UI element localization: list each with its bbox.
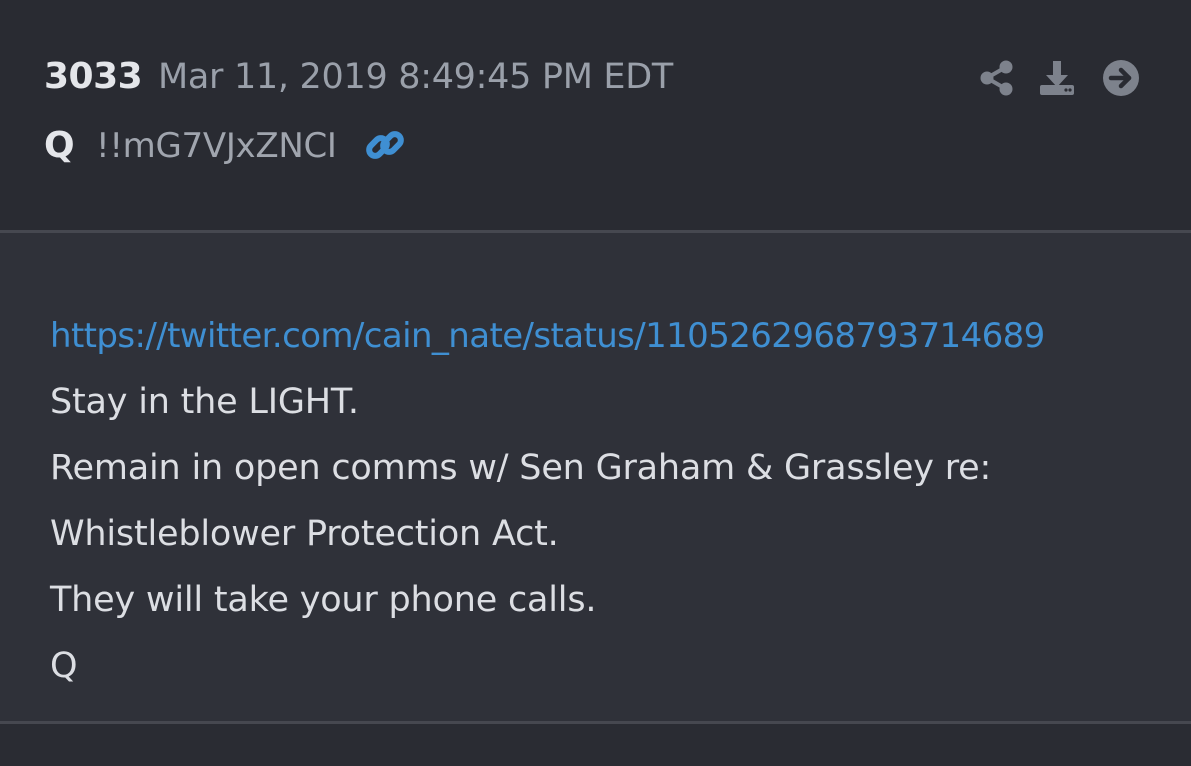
post-line: They will take your phone calls. xyxy=(50,580,597,620)
post-link[interactable]: https://twitter.com/cain_nate/status/110… xyxy=(50,303,1185,369)
tripcode: !!mG7VJxZNCI xyxy=(96,126,337,166)
link-icon[interactable] xyxy=(364,124,406,166)
footer-strip xyxy=(0,724,1191,766)
post-body: https://twitter.com/cain_nate/status/110… xyxy=(0,233,1191,721)
post-line: Stay in the LIGHT. xyxy=(50,382,359,422)
post-line: Whistleblower Protection Act. xyxy=(50,514,559,554)
post-signature: Q xyxy=(50,646,78,686)
post-text: https://twitter.com/cain_nate/status/110… xyxy=(50,303,1185,699)
post-header: 3033 Mar 11, 2019 8:49:45 PM EDT Q !!mG7… xyxy=(0,0,1191,230)
post-line: Remain in open comms w/ Sen Graham & Gra… xyxy=(50,448,992,488)
download-icon[interactable] xyxy=(1038,59,1076,97)
post-number[interactable]: 3033 xyxy=(44,56,143,97)
author-name: Q xyxy=(44,125,75,166)
post-date: Mar 11, 2019 8:49:45 PM EDT xyxy=(158,57,673,97)
share-icon[interactable] xyxy=(978,59,1016,97)
arrow-circle-right-icon[interactable] xyxy=(1102,59,1140,97)
